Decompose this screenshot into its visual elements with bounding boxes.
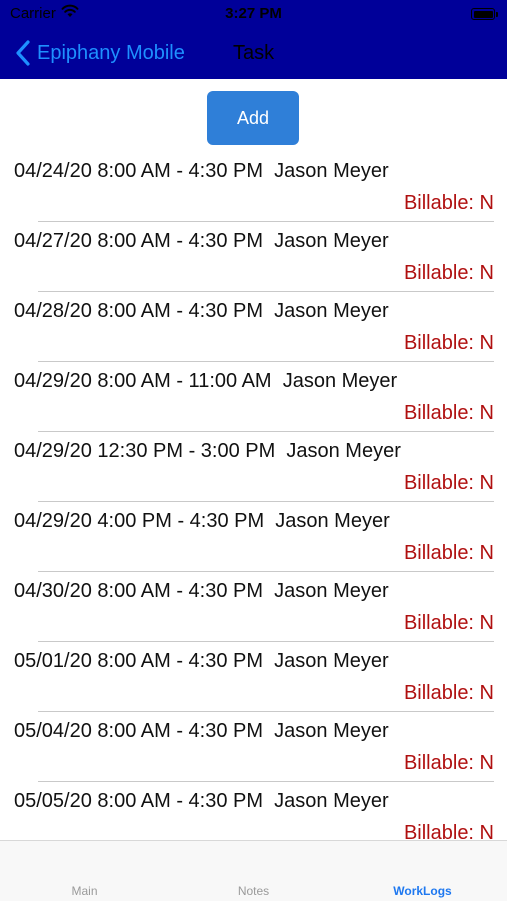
worklog-row[interactable]: 04/29/20 4:00 PM - 4:30 PM Jason Meyer B…	[0, 502, 507, 572]
back-button[interactable]: Epiphany Mobile	[14, 39, 185, 67]
worklog-list: 04/24/20 8:00 AM - 4:30 PM Jason Meyer B…	[0, 152, 507, 840]
tab-notes-label: Notes	[237, 884, 270, 898]
page-title: Task	[233, 42, 275, 64]
worklog-row[interactable]: 05/05/20 8:00 AM - 4:30 PM Jason Meyer B…	[0, 782, 507, 840]
status-time: 3:27 PM	[225, 5, 282, 22]
worklog-row[interactable]: 04/29/20 8:00 AM - 11:00 AM Jason Meyer …	[0, 362, 507, 432]
worklog-entry: 04/27/20 8:00 AM - 4:30 PM Jason Meyer	[14, 230, 389, 252]
chevron-left-icon	[16, 40, 30, 66]
worklog-row[interactable]: 04/30/20 8:00 AM - 4:30 PM Jason Meyer B…	[0, 572, 507, 642]
billable-status: Billable: N	[403, 402, 494, 424]
billable-status: Billable: N	[403, 332, 494, 354]
billable-status: Billable: N	[403, 262, 494, 284]
battery-icon	[471, 8, 498, 20]
add-button[interactable]: Add	[207, 91, 299, 145]
status-bar: Carrier 3:27 PM	[0, 0, 507, 30]
billable-status: Billable: N	[403, 192, 494, 214]
worklog-entry: 04/28/20 8:00 AM - 4:30 PM Jason Meyer	[14, 300, 389, 322]
tab-worklogs[interactable]: WorkLogs	[338, 841, 507, 901]
billable-status: Billable: N	[403, 472, 494, 494]
worklog-entry: 05/04/20 8:00 AM - 4:30 PM Jason Meyer	[14, 720, 389, 742]
navigation-bar: Epiphany Mobile Task	[0, 30, 507, 79]
worklog-row[interactable]: 04/28/20 8:00 AM - 4:30 PM Jason Meyer B…	[0, 292, 507, 362]
worklog-entry: 05/05/20 8:00 AM - 4:30 PM Jason Meyer	[14, 790, 389, 812]
tab-main-label: Main	[71, 884, 98, 898]
worklog-entry: 05/01/20 8:00 AM - 4:30 PM Jason Meyer	[14, 650, 389, 672]
billable-status: Billable: N	[403, 542, 494, 564]
back-button-label: Epiphany Mobile	[37, 41, 185, 64]
worklog-entry: 04/24/20 8:00 AM - 4:30 PM Jason Meyer	[14, 160, 389, 182]
worklog-row[interactable]: 04/24/20 8:00 AM - 4:30 PM Jason Meyer B…	[0, 152, 507, 222]
worklog-row[interactable]: 05/04/20 8:00 AM - 4:30 PM Jason Meyer B…	[0, 712, 507, 782]
worklog-row[interactable]: 05/01/20 8:00 AM - 4:30 PM Jason Meyer B…	[0, 642, 507, 712]
worklog-row[interactable]: 04/29/20 12:30 PM - 3:00 PM Jason Meyer …	[0, 432, 507, 502]
worklog-entry: 04/29/20 4:00 PM - 4:30 PM Jason Meyer	[14, 510, 390, 532]
billable-status: Billable: N	[403, 822, 494, 840]
worklog-entry: 04/29/20 12:30 PM - 3:00 PM Jason Meyer	[14, 440, 401, 462]
worklog-entry: 04/30/20 8:00 AM - 4:30 PM Jason Meyer	[14, 580, 389, 602]
billable-status: Billable: N	[403, 612, 494, 634]
billable-status: Billable: N	[403, 682, 494, 704]
billable-status: Billable: N	[403, 752, 494, 774]
worklog-row[interactable]: 04/27/20 8:00 AM - 4:30 PM Jason Meyer B…	[0, 222, 507, 292]
tab-worklogs-label: WorkLogs	[393, 884, 452, 898]
worklog-entry: 04/29/20 8:00 AM - 11:00 AM Jason Meyer	[14, 370, 398, 392]
tab-bar: Main Notes WorkLogs	[0, 840, 507, 901]
tab-main[interactable]: Main	[0, 841, 169, 901]
tab-notes[interactable]: Notes	[169, 841, 338, 901]
